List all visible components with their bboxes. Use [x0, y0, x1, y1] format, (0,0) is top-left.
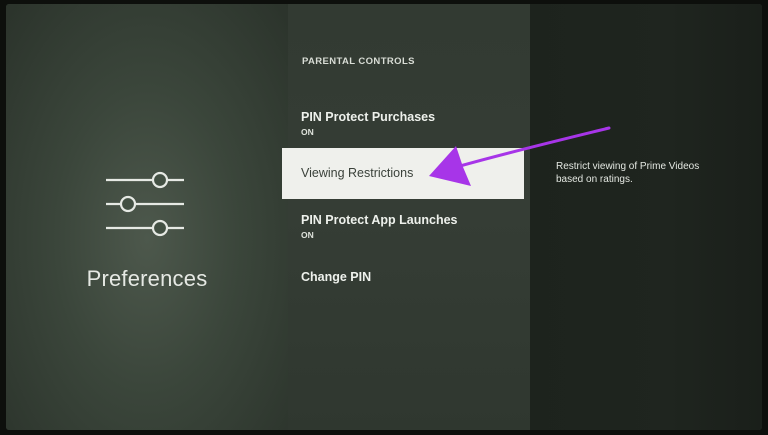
- menu-item-value: ON: [301, 127, 314, 137]
- description-pane: [530, 4, 762, 430]
- menu-item-pin-protect-purchases[interactable]: PIN Protect Purchases ON: [282, 110, 524, 137]
- category-pane: Preferences: [6, 4, 288, 430]
- item-description: Restrict viewing of Prime Videos based o…: [556, 161, 700, 185]
- section-header: PARENTAL CONTROLS: [302, 56, 415, 67]
- sliders-icon: [106, 171, 184, 237]
- menu-item-viewing-restrictions[interactable]: Viewing Restrictions: [282, 148, 524, 199]
- menu-item-value: ON: [301, 230, 314, 240]
- menu-item-label: Change PIN: [301, 270, 372, 284]
- menu-item-label: PIN Protect App Launches: [301, 213, 458, 227]
- category-title: Preferences: [86, 266, 208, 291]
- menu-item-pin-protect-app-launches[interactable]: PIN Protect App Launches ON: [282, 213, 524, 240]
- menu-item-label: Viewing Restrictions: [301, 166, 414, 180]
- menu-item-label: PIN Protect Purchases: [301, 110, 436, 124]
- menu-item-change-pin[interactable]: Change PIN: [282, 270, 524, 284]
